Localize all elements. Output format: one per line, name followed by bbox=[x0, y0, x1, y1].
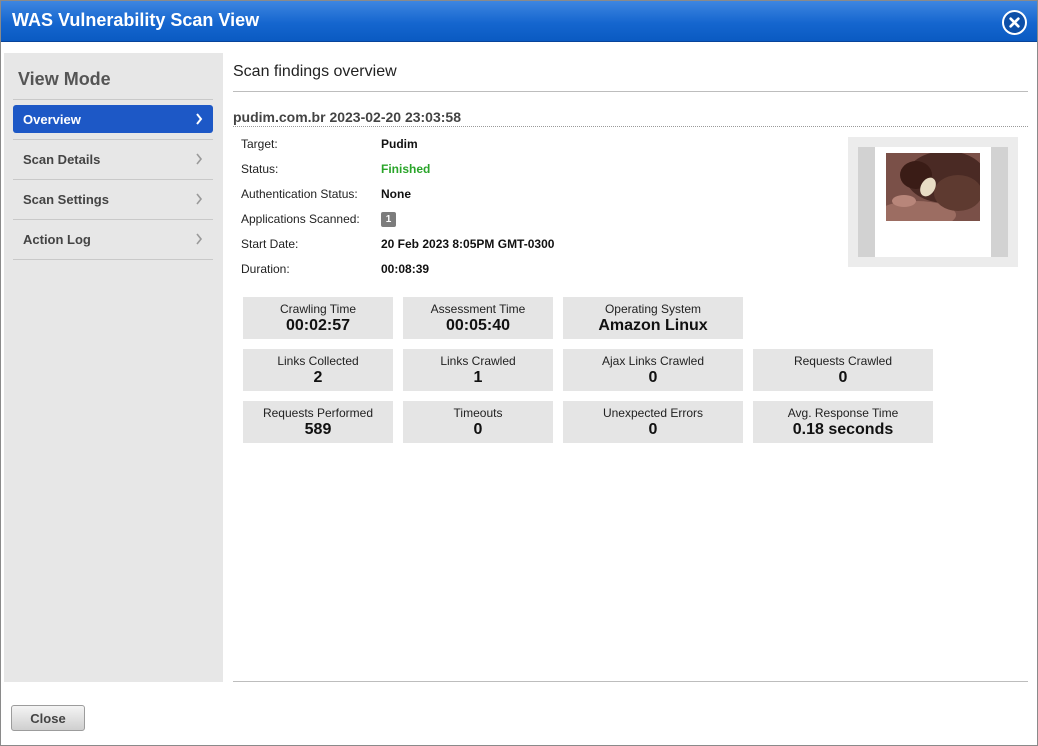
sidebar-item-label: Scan Details bbox=[23, 151, 101, 167]
divider bbox=[233, 681, 1028, 682]
apps-scanned-badge-wrap: 1 bbox=[381, 211, 396, 227]
stat-ajax-links-crawled: Ajax Links Crawled 0 bbox=[563, 349, 743, 391]
stat-label: Links Crawled bbox=[440, 354, 516, 368]
stat-avg-response-time: Avg. Response Time 0.18 seconds bbox=[753, 401, 933, 443]
stat-label: Timeouts bbox=[453, 406, 503, 420]
stat-links-collected: Links Collected 2 bbox=[243, 349, 393, 391]
stat-links-crawled: Links Crawled 1 bbox=[403, 349, 553, 391]
detail-value-duration: 00:08:39 bbox=[381, 262, 430, 276]
scan-view-dialog: WAS Vulnerability Scan View View Mode Ov… bbox=[0, 0, 1038, 746]
stat-requests-crawled: Requests Crawled 0 bbox=[753, 349, 933, 391]
divider bbox=[13, 219, 213, 220]
stat-label: Requests Crawled bbox=[793, 354, 893, 368]
count-badge[interactable]: 1 bbox=[381, 212, 396, 227]
close-button[interactable]: Close bbox=[11, 705, 85, 731]
divider bbox=[233, 91, 1028, 92]
thumbnail-background bbox=[858, 147, 1008, 257]
sidebar-item-label: Action Log bbox=[23, 231, 91, 247]
detail-label-duration: Duration: bbox=[241, 262, 290, 276]
dotted-divider bbox=[233, 126, 1028, 127]
stat-label: Unexpected Errors bbox=[602, 406, 704, 420]
stat-value: 00:02:57 bbox=[285, 317, 351, 334]
sidebar-item-label: Scan Settings bbox=[23, 191, 109, 207]
chevron-right-icon bbox=[196, 113, 203, 125]
sidebar-heading: View Mode bbox=[18, 69, 111, 89]
stat-requests-performed: Requests Performed 589 bbox=[243, 401, 393, 443]
chevron-right-icon bbox=[196, 193, 203, 205]
close-icon[interactable] bbox=[1002, 10, 1027, 35]
sidebar-item-overview[interactable]: Overview bbox=[13, 105, 213, 133]
sidebar-item-scan-details[interactable]: Scan Details bbox=[13, 145, 213, 173]
stat-value: 0 bbox=[473, 421, 483, 438]
stat-value: 589 bbox=[304, 421, 332, 438]
stat-label: Operating System bbox=[604, 302, 702, 316]
chevron-right-icon bbox=[196, 233, 203, 245]
detail-value-target: Pudim bbox=[381, 137, 418, 151]
divider bbox=[13, 99, 213, 100]
stat-value: 0 bbox=[648, 421, 658, 438]
stat-label: Links Collected bbox=[277, 354, 359, 368]
detail-value-start-date: 20 Feb 2023 8:05PM GMT-0300 bbox=[381, 237, 555, 251]
stat-crawling-time: Crawling Time 00:02:57 bbox=[243, 297, 393, 339]
detail-value-auth-status: None bbox=[381, 187, 411, 201]
window-title: WAS Vulnerability Scan View bbox=[12, 10, 260, 30]
sidebar-item-action-log[interactable]: Action Log bbox=[13, 225, 213, 253]
scan-name: pudim.com.br 2023-02-20 23:03:58 bbox=[233, 109, 461, 125]
sidebar-item-label: Overview bbox=[23, 111, 81, 127]
chevron-right-icon bbox=[196, 153, 203, 165]
stat-assessment-time: Assessment Time 00:05:40 bbox=[403, 297, 553, 339]
thumbnail-page bbox=[875, 147, 991, 257]
stat-label: Requests Performed bbox=[262, 406, 374, 420]
title-bar: WAS Vulnerability Scan View bbox=[1, 1, 1037, 42]
section-title: Scan findings overview bbox=[233, 63, 397, 80]
stat-timeouts: Timeouts 0 bbox=[403, 401, 553, 443]
sidebar: View Mode Overview Scan Details Scan Set… bbox=[4, 53, 223, 682]
pudim-image bbox=[886, 153, 980, 221]
detail-label-status: Status: bbox=[241, 162, 279, 176]
stat-value: 1 bbox=[473, 369, 483, 386]
stat-value: 0 bbox=[838, 369, 848, 386]
stat-value: 0 bbox=[648, 369, 658, 386]
divider bbox=[13, 179, 213, 180]
detail-label-auth-status: Authentication Status: bbox=[241, 187, 358, 201]
stat-label: Assessment Time bbox=[430, 302, 526, 316]
stat-label: Ajax Links Crawled bbox=[601, 354, 705, 368]
stat-value: Amazon Linux bbox=[598, 317, 708, 334]
stat-value: 0.18 seconds bbox=[792, 421, 894, 438]
detail-label-target: Target: bbox=[241, 137, 278, 151]
divider bbox=[13, 259, 213, 260]
divider bbox=[13, 139, 213, 140]
close-x-glyph bbox=[1009, 17, 1020, 28]
site-thumbnail bbox=[848, 137, 1018, 267]
stat-label: Crawling Time bbox=[279, 302, 357, 316]
detail-label-start-date: Start Date: bbox=[241, 237, 299, 251]
stat-unexpected-errors: Unexpected Errors 0 bbox=[563, 401, 743, 443]
sidebar-item-scan-settings[interactable]: Scan Settings bbox=[13, 185, 213, 213]
stat-operating-system: Operating System Amazon Linux bbox=[563, 297, 743, 339]
stat-label: Avg. Response Time bbox=[787, 406, 899, 420]
stat-value: 00:05:40 bbox=[445, 317, 511, 334]
stat-value: 2 bbox=[313, 369, 323, 386]
status-value: Finished bbox=[381, 162, 431, 176]
detail-label-apps-scanned: Applications Scanned: bbox=[241, 212, 360, 226]
